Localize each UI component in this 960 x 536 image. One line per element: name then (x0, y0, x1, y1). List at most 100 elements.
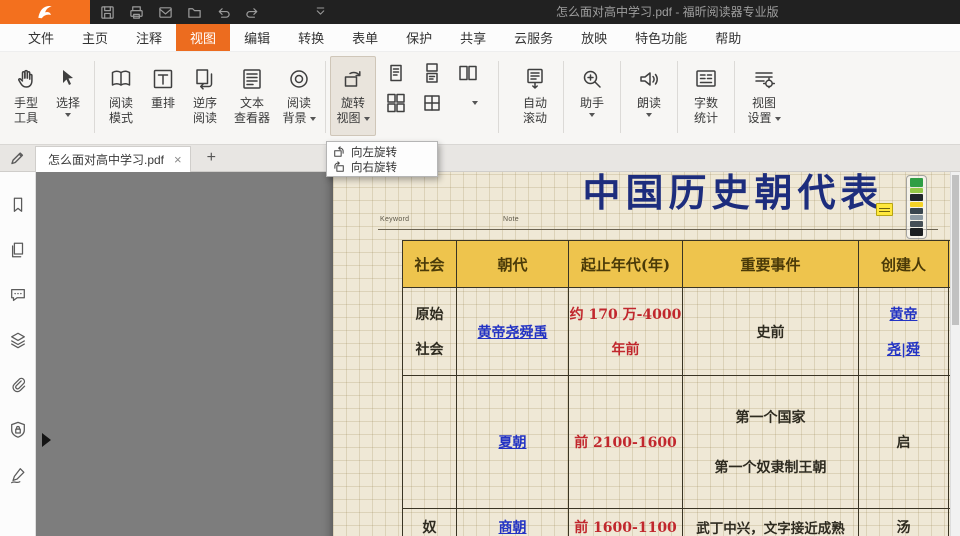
rotate-view-button[interactable]: 旋转 视图 (330, 56, 376, 136)
facing-layout-button[interactable] (458, 63, 478, 83)
table-header-events: 重要事件 (683, 241, 859, 288)
rotate-right-icon (333, 161, 345, 173)
titlebar: 怎么面对高中学习.pdf - 福昕阅读器专业版 (0, 0, 960, 24)
view-settings-button[interactable]: 视图 设置 (739, 56, 789, 136)
auto-scroll-icon (523, 62, 547, 96)
rotate-view-caret-icon (364, 117, 370, 121)
fox-icon (34, 2, 56, 22)
text-viewer-button[interactable]: 文本 查看器 (227, 56, 277, 136)
reverse-reading-button[interactable]: 逆序 阅读 (183, 56, 227, 136)
assistant-button[interactable]: 助手 (568, 56, 616, 136)
reading-background-caret-icon (310, 117, 316, 121)
dynasty-link[interactable]: 黄帝尧舜禹 (478, 322, 548, 342)
attachments-icon[interactable] (9, 376, 27, 394)
word-count-icon (694, 62, 718, 96)
split-view-button[interactable] (422, 93, 442, 113)
menu-item-rotate-right[interactable]: 向右旋转 (327, 159, 437, 174)
select-cursor-icon (56, 62, 80, 96)
select-tool-button[interactable]: 选择 (46, 56, 90, 136)
sticky-note-annotation-icon[interactable] (876, 203, 893, 216)
email-icon[interactable] (158, 5, 173, 20)
app-window: 怎么面对高中学习.pdf - 福昕阅读器专业版 文件 主页 注释 视图 编辑 转… (0, 0, 960, 536)
page-layout-caret-icon[interactable] (472, 101, 478, 105)
new-tab-button[interactable]: + (207, 150, 216, 166)
signature-icon[interactable] (9, 466, 27, 484)
note-template-label: Note (503, 216, 519, 223)
reading-background-button[interactable]: 阅读 背景 (277, 56, 321, 136)
scrollbar-thumb[interactable] (952, 175, 959, 325)
select-dropdown-caret-icon (65, 113, 71, 117)
window-title: 怎么面对高中学习.pdf - 福昕阅读器专业版 (556, 0, 779, 24)
main-content: 中国历史朝代表 Keyword Note 社会 朝代 起止年代(年) 重要事件 … (0, 172, 960, 536)
menu-features[interactable]: 特色功能 (621, 24, 701, 51)
menu-protect[interactable]: 保护 (392, 24, 446, 51)
page-layout-group (376, 56, 494, 113)
facing-continuous-layout-button[interactable] (386, 93, 406, 113)
foxit-logo[interactable] (0, 0, 90, 24)
menu-help[interactable]: 帮助 (701, 24, 755, 51)
save-icon[interactable] (100, 5, 115, 20)
founder-link[interactable]: 尧|舜 (887, 339, 920, 359)
view-settings-caret-icon (775, 117, 781, 121)
navigation-sidebar (0, 172, 36, 536)
bookmarks-icon[interactable] (9, 196, 27, 214)
panel-expand-arrow[interactable] (42, 433, 51, 447)
minimap-strip[interactable] (906, 175, 927, 239)
table-header-period: 起止年代(年) (569, 241, 683, 288)
redo-icon[interactable] (245, 5, 260, 20)
menu-file[interactable]: 文件 (14, 24, 68, 51)
auto-scroll-button[interactable]: 自动 滚动 (511, 56, 559, 136)
single-page-layout-button[interactable] (386, 63, 406, 83)
background-rings-icon (287, 62, 311, 96)
book-icon (109, 62, 133, 96)
ribbon-separator (677, 61, 678, 133)
menu-convert[interactable]: 转换 (284, 24, 338, 51)
table-cell-society: 奴 (403, 509, 457, 536)
ribbon-separator (620, 61, 621, 133)
document-tab[interactable]: 怎么面对高中学习.pdf × (35, 146, 191, 172)
reflow-button[interactable]: 重排 (143, 56, 183, 136)
ribbon-separator (734, 61, 735, 133)
pages-icon[interactable] (9, 241, 27, 259)
undo-icon[interactable] (216, 5, 231, 20)
menu-form[interactable]: 表单 (338, 24, 392, 51)
word-count-button[interactable]: 字数 统计 (682, 56, 730, 136)
pencil-icon[interactable] (9, 150, 25, 166)
rotate-view-icon (341, 62, 365, 96)
comments-icon[interactable] (9, 286, 27, 304)
menu-cloud[interactable]: 云服务 (500, 24, 567, 51)
document-view-area[interactable]: 中国历史朝代表 Keyword Note 社会 朝代 起止年代(年) 重要事件 … (36, 172, 960, 536)
customize-toolbar-chevron-icon[interactable] (314, 6, 327, 19)
table-cell-period: 前 2100-1600 (569, 376, 683, 509)
hand-tool-button[interactable]: 手型 工具 (6, 56, 46, 136)
read-aloud-button[interactable]: 朗读 (625, 56, 673, 136)
security-shield-lock-icon[interactable] (9, 421, 27, 439)
vertical-scrollbar[interactable] (950, 172, 960, 536)
menu-comment[interactable]: 注释 (122, 24, 176, 51)
table-cell-founder: 启 (859, 376, 949, 509)
founder-link[interactable]: 黄帝 (890, 304, 918, 324)
keyword-template-label: Keyword (380, 216, 409, 223)
read-mode-button[interactable]: 阅读 模式 (99, 56, 143, 136)
menu-edit[interactable]: 编辑 (230, 24, 284, 51)
table-header-dynasty: 朝代 (457, 241, 569, 288)
tab-close-icon[interactable]: × (174, 153, 182, 166)
table-cell-dynasty: 商朝 (457, 509, 569, 536)
print-icon[interactable] (129, 5, 144, 20)
dynasty-link[interactable]: 商朝 (499, 517, 527, 536)
read-aloud-caret-icon (646, 113, 652, 117)
menu-home[interactable]: 主页 (68, 24, 122, 51)
document-tab-bar: 怎么面对高中学习.pdf × + (0, 145, 960, 172)
dynasty-link[interactable]: 夏朝 (499, 432, 527, 452)
menubar: 文件 主页 注释 视图 编辑 转换 表单 保护 共享 云服务 放映 特色功能 帮… (0, 24, 960, 52)
menu-item-rotate-left[interactable]: 向左旋转 (327, 144, 437, 159)
layers-icon[interactable] (9, 331, 27, 349)
menu-share[interactable]: 共享 (446, 24, 500, 51)
speaker-icon (637, 62, 661, 96)
open-folder-icon[interactable] (187, 5, 202, 20)
continuous-layout-button[interactable] (422, 63, 442, 83)
menu-presentation[interactable]: 放映 (567, 24, 621, 51)
menu-view[interactable]: 视图 (176, 24, 230, 51)
ribbon-separator (325, 61, 326, 133)
reflow-icon (151, 62, 175, 96)
